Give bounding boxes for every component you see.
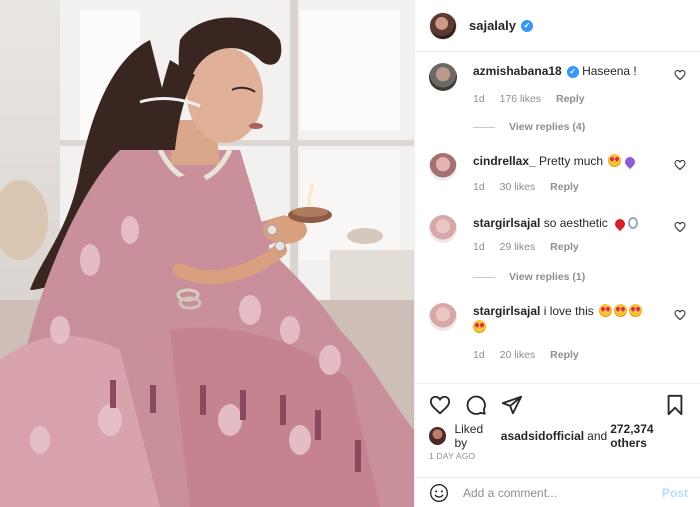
comment-username[interactable]: stargirlsajal: [473, 304, 540, 318]
comment-username[interactable]: cindrellax_: [473, 154, 536, 168]
comments-list[interactable]: azmishabana18 ✓ Haseena ! 1d 176 likes Re…: [415, 53, 700, 383]
comment-likes[interactable]: 29 likes: [500, 241, 536, 253]
reply-button[interactable]: Reply: [550, 241, 579, 253]
purple-heart-emoji-icon: [623, 154, 638, 170]
comment-icon[interactable]: [465, 394, 487, 416]
comment-meta: 1d 176 likes Reply: [473, 93, 597, 105]
post-side-panel: sajalaly ✓ azmishabana18 ✓ Haseena ! 1d 1…: [414, 0, 700, 507]
commenter-avatar[interactable]: [429, 63, 457, 91]
author-username[interactable]: sajalaly: [469, 18, 516, 33]
comment-meta: 1d 29 likes Reply: [473, 241, 591, 253]
view-replies-link[interactable]: View replies (1): [473, 271, 585, 283]
red-heart-emoji-icon: [613, 216, 628, 232]
photo-illustration: [0, 0, 414, 507]
comment-likes[interactable]: 20 likes: [500, 349, 536, 361]
comment-username[interactable]: azmishabana18: [473, 64, 562, 78]
post-header: sajalaly ✓: [415, 0, 700, 52]
heart-eyes-emoji-icon: [599, 304, 613, 317]
like-comment-heart-icon[interactable]: [674, 309, 686, 321]
comment-body: i love this: [543, 304, 594, 318]
comment-likes[interactable]: 176 likes: [500, 93, 541, 105]
post-comment-button[interactable]: Post: [662, 486, 688, 500]
comment-meta: 1d 20 likes Reply: [473, 349, 591, 361]
comment-text: stargirlsajal so aesthetic: [473, 215, 664, 232]
likes-prefix: Liked by: [454, 422, 484, 450]
reply-button[interactable]: Reply: [550, 181, 579, 193]
heart-eyes-emoji-icon: [629, 304, 643, 317]
like-comment-heart-icon[interactable]: [674, 159, 686, 171]
commenter-avatar[interactable]: [429, 215, 457, 243]
commenter-avatar[interactable]: [429, 153, 457, 181]
likes-summary: Liked by asadsidofficial and 272,374 oth…: [429, 422, 694, 450]
likes-others[interactable]: 272,374 others: [610, 422, 691, 450]
comment-meta: 1d 30 likes Reply: [473, 181, 591, 193]
commenter-avatar[interactable]: [429, 303, 457, 331]
view-replies-link[interactable]: View replies (4): [473, 121, 585, 133]
liker-avatar[interactable]: [429, 427, 447, 445]
bookmark-icon[interactable]: [664, 394, 686, 416]
comment-username[interactable]: stargirlsajal: [473, 216, 540, 230]
emoji-smile-icon[interactable]: [429, 483, 449, 503]
add-comment-bar: Post: [415, 477, 700, 507]
comment-text: stargirlsajal i love this: [473, 303, 664, 335]
comment-text: azmishabana18 ✓ Haseena !: [473, 63, 664, 79]
author-avatar[interactable]: [429, 11, 457, 40]
comment-body: Pretty much: [539, 154, 604, 168]
like-comment-heart-icon[interactable]: [674, 221, 686, 233]
ring-emoji-icon: [628, 217, 639, 229]
comment-body: Haseena !: [582, 64, 637, 78]
comment-likes[interactable]: 30 likes: [500, 181, 536, 193]
reply-button[interactable]: Reply: [556, 93, 585, 105]
heart-eyes-emoji-icon: [608, 154, 622, 167]
liker-username[interactable]: asadsidofficial: [501, 429, 584, 443]
comment-text: cindrellax_ Pretty much: [473, 153, 664, 170]
comment-age: 1d: [473, 241, 485, 253]
heart-icon[interactable]: [429, 394, 451, 416]
comment-body: so aesthetic: [543, 216, 608, 230]
share-icon[interactable]: [501, 394, 523, 416]
comment-age: 1d: [473, 181, 485, 193]
likes-conjunction: and: [587, 429, 608, 443]
post-photo[interactable]: [0, 0, 414, 507]
reply-button[interactable]: Reply: [550, 349, 579, 361]
like-comment-heart-icon[interactable]: [674, 69, 686, 81]
verified-badge-icon: ✓: [521, 19, 533, 32]
comment-age: 1d: [473, 93, 485, 105]
verified-badge-icon: ✓: [566, 65, 579, 78]
comment-input[interactable]: [463, 485, 662, 500]
heart-eyes-emoji-icon: [473, 320, 486, 333]
post-timestamp[interactable]: 1 DAY AGO: [429, 451, 475, 461]
heart-eyes-emoji-icon: [614, 304, 628, 317]
comment-age: 1d: [473, 349, 485, 361]
action-bar: [429, 394, 686, 418]
